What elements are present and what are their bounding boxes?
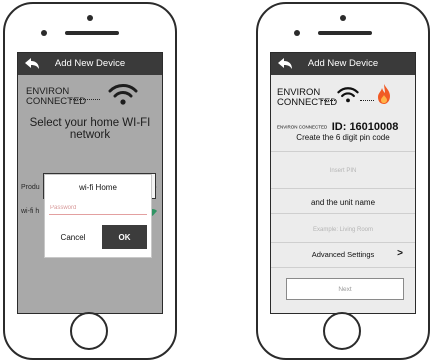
- connection-dots: [321, 100, 335, 101]
- next-button[interactable]: Next: [286, 278, 404, 300]
- password-input[interactable]: [49, 201, 147, 215]
- phone-screen-right: Add New Device ENVIRON CONNECTED ENVIRON…: [270, 52, 416, 314]
- phone-earpiece: [65, 31, 119, 35]
- divider: [271, 242, 415, 243]
- top-bar: Add New Device: [271, 53, 415, 75]
- pin-input[interactable]: Insert PIN: [271, 168, 415, 174]
- phone-sensor: [294, 30, 300, 36]
- phone-camera: [340, 15, 346, 21]
- pin-instruction: Create the 6 digit pin code: [296, 133, 390, 142]
- advanced-settings-row[interactable]: Advanced Settings >: [271, 246, 415, 264]
- advanced-settings-label: Advanced Settings: [311, 250, 375, 259]
- phone-sensor: [41, 30, 47, 36]
- phone-right: Add New Device ENVIRON CONNECTED ENVIRON…: [256, 2, 430, 360]
- cancel-button[interactable]: Cancel: [49, 225, 97, 249]
- page-title: Add New Device: [307, 58, 379, 69]
- content-area: ENVIRON CONNECTED Select your home WI-FI…: [18, 75, 162, 313]
- phone-screen-left: Add New Device ENVIRON CONNECTED Select …: [17, 52, 163, 314]
- ok-button[interactable]: OK: [102, 225, 147, 249]
- top-bar: Add New Device: [18, 53, 162, 75]
- phone-left: Add New Device ENVIRON CONNECTED Select …: [3, 2, 177, 360]
- unit-name-instruction: and the unit name: [310, 198, 376, 207]
- connection-dots: [360, 100, 374, 101]
- home-button[interactable]: [70, 312, 108, 350]
- dialog-title: wi-fi Home: [79, 183, 117, 192]
- phone-camera: [87, 15, 93, 21]
- content-area: ENVIRON CONNECTED ENVIRON CONNECTED ID: …: [271, 75, 415, 313]
- chevron-right-icon: >: [397, 248, 403, 259]
- divider: [271, 267, 415, 268]
- fire-icon: [378, 84, 390, 104]
- home-button[interactable]: [323, 312, 361, 350]
- divider: [271, 213, 415, 214]
- unit-name-input[interactable]: Example: Living Room: [271, 227, 415, 233]
- divider: [271, 151, 415, 152]
- password-dialog: wi-fi Home Cancel OK: [45, 175, 151, 257]
- page-title: Add New Device: [54, 58, 126, 69]
- phone-earpiece: [318, 31, 372, 35]
- device-id-value: ID: 16010008: [331, 120, 399, 133]
- wifi-icon: [337, 87, 359, 103]
- device-id-brand: ENVIRON CONNECTED: [277, 124, 328, 130]
- divider: [271, 188, 415, 189]
- brand-text: ENVIRON CONNECTED: [277, 88, 337, 108]
